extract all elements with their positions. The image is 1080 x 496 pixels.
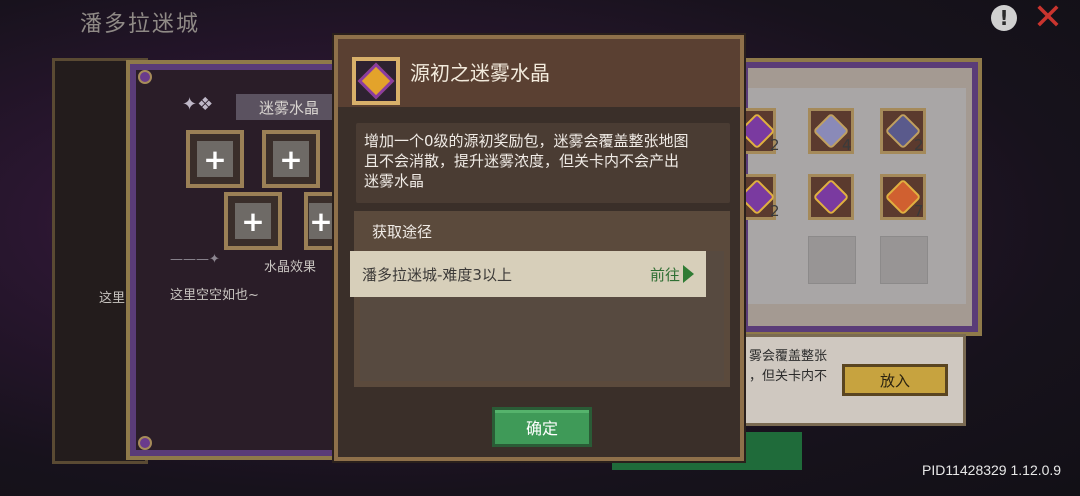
tab-deco-icon: ✦❖ (182, 94, 214, 115)
crystal-slot[interactable]: + (186, 130, 244, 188)
source-item-text: 潘多拉迷城-难度3以上 (362, 266, 512, 284)
play-arrow-icon[interactable] (683, 265, 694, 283)
inventory-item[interactable] (808, 174, 854, 220)
left-edge-text: 这里 (99, 291, 126, 306)
source-item-row[interactable]: 潘多拉迷城-难度3以上 前往 (350, 251, 706, 297)
plus-icon: + (235, 203, 271, 239)
plus-icon: + (309, 203, 333, 239)
confirm-button[interactable]: 确定 (492, 407, 592, 447)
source-panel: 获取途径 (354, 211, 730, 387)
item-count: 2 (914, 136, 924, 154)
item-detail-modal: 源初之迷雾水晶 增加一个0级的源初奖励包，迷雾会覆盖整张地图 且不会消散，提升迷… (334, 35, 744, 461)
item-count: 4 (842, 136, 852, 154)
desc-line1: 雾会覆盖整张 (749, 349, 828, 364)
inventory-grid (748, 88, 966, 304)
corner-gem-icon (138, 436, 152, 450)
warning-icon[interactable]: ! (990, 4, 1018, 32)
background-title: 潘多拉迷城 (80, 12, 201, 37)
modal-title: 源初之迷雾水晶 (410, 61, 550, 85)
crystal-slot[interactable]: + (262, 130, 320, 188)
empty-inventory-slot[interactable] (808, 236, 856, 284)
crystal-tab[interactable]: 迷雾水晶 (236, 94, 342, 120)
empty-text: 这里空空如也~ (170, 288, 259, 303)
crystal-slot[interactable]: + (224, 192, 282, 250)
corner-gem-icon (138, 70, 152, 84)
close-icon[interactable]: ✕ (1033, 0, 1063, 36)
crystal-panel (126, 60, 350, 460)
modal-description: 增加一个0级的源初奖励包，迷雾会覆盖整张地图 且不会消散，提升迷雾浓度，但关卡内… (364, 132, 689, 190)
put-in-button[interactable]: 放入 (842, 364, 948, 396)
source-title: 获取途径 (372, 223, 433, 241)
item-count: 2 (770, 136, 780, 154)
item-count: 7 (914, 202, 924, 220)
pid-version: PID11428329 1.12.0.9 (922, 462, 1062, 478)
modal-description-panel: 增加一个0级的源初奖励包，迷雾会覆盖整张地图 且不会消散，提升迷雾浓度，但关卡内… (356, 123, 730, 203)
desc-line2: ，但关卡内不 (749, 369, 828, 384)
empty-inventory-slot[interactable] (880, 236, 928, 284)
modal-header: 源初之迷雾水晶 (338, 39, 740, 107)
goto-link[interactable]: 前往 (650, 264, 680, 285)
mist-crystal-icon (352, 57, 400, 105)
plus-icon: + (197, 141, 233, 177)
mist-crystal-icon (812, 178, 850, 216)
plus-icon: + (273, 141, 309, 177)
crystal-slot[interactable]: + (304, 192, 338, 250)
crystal-effect-label: 水晶效果 (264, 260, 317, 275)
item-count: 2 (770, 202, 780, 220)
divider-deco: ———✦ (170, 252, 220, 267)
